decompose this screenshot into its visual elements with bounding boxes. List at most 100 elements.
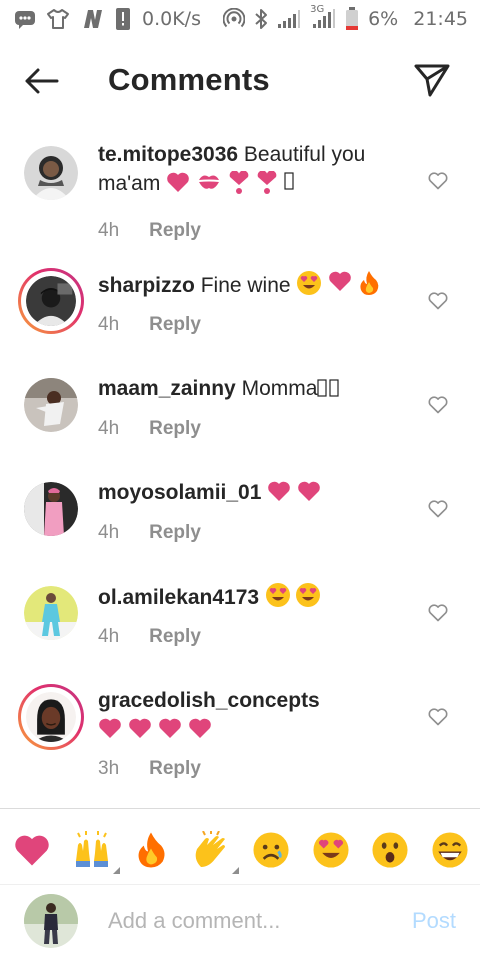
comment-username[interactable]: maam_zainny (98, 377, 236, 400)
like-button[interactable] (426, 290, 450, 312)
comment-username[interactable]: gracedolish_concepts (98, 689, 320, 712)
heart-emoji-icon (298, 481, 321, 501)
comment-meta: 4h Reply (98, 626, 201, 648)
heart-eyes-icon (312, 832, 349, 868)
heart-reaction-button[interactable] (12, 830, 52, 870)
comment-meta: 4h Reply (98, 522, 201, 544)
reply-button[interactable]: Reply (149, 418, 201, 440)
comment-time: 4h (98, 418, 120, 439)
like-button[interactable] (426, 706, 450, 728)
avatar[interactable] (22, 584, 80, 642)
reply-button[interactable]: Reply (149, 220, 201, 242)
network-type: 3G (310, 4, 325, 15)
heart-outline-icon (428, 292, 448, 310)
variant-indicator (232, 867, 240, 874)
comment-text: sharpizzo Fine wine (98, 270, 418, 300)
divider (0, 808, 480, 809)
like-button[interactable] (426, 498, 450, 520)
grinning-face-reaction-button[interactable] (430, 830, 470, 870)
comment-time: 4h (98, 314, 120, 335)
comment-text: te.mitope3036 Beautiful you ma'am (98, 140, 408, 198)
clapping-hands-icon (195, 831, 226, 867)
emoji-group (98, 717, 212, 739)
header: Comments (0, 46, 480, 116)
tshirt-icon (46, 8, 70, 30)
heart-eyes-icon (295, 583, 320, 607)
bluetooth-icon (254, 8, 268, 30)
current-user-avatar (24, 894, 78, 948)
surprised-face-icon (372, 832, 408, 868)
signal-3g-icon: 3G (310, 4, 336, 30)
avatar[interactable] (18, 268, 84, 334)
comment-time: 4h (98, 522, 120, 543)
reply-button[interactable]: Reply (149, 522, 201, 544)
heart-emoji-icon (268, 481, 291, 501)
status-bar: 0.0K/s 3G 6% 21:45 (0, 0, 480, 38)
comment-input[interactable]: Add a comment... (108, 908, 280, 934)
comment-text: moyosolamii_01 (98, 478, 408, 507)
quick-reaction-bar (0, 818, 480, 882)
back-button[interactable] (20, 60, 62, 102)
missing-glyph-icon (317, 379, 328, 397)
avatar-ring (21, 271, 81, 331)
comment-meta: 4h Reply (98, 418, 201, 440)
frowning-face-icon (253, 832, 289, 868)
emoji-group (317, 378, 340, 398)
frowning-face-reaction-button[interactable] (251, 830, 291, 870)
grinning-face-icon (432, 832, 468, 868)
surprised-face-reaction-button[interactable] (370, 830, 410, 870)
heart-outline-icon (428, 172, 448, 190)
network-speed: 0.0K/s (142, 8, 201, 30)
paper-plane-icon (414, 64, 450, 97)
battery-percent: 6% (368, 8, 399, 30)
comment-username[interactable]: te.mitope3036 (98, 143, 238, 166)
heart-emoji-icon (129, 718, 151, 738)
avatar-ring (21, 687, 81, 747)
reply-button[interactable]: Reply (149, 626, 201, 648)
hotspot-icon (223, 8, 246, 30)
comment-text: maam_zainny Momma (98, 374, 408, 403)
alert-icon (114, 7, 132, 31)
arrow-left-icon (25, 68, 59, 94)
missing-glyph-icon (284, 172, 294, 190)
heart-emoji-icon (189, 718, 211, 738)
heart-outline-icon (428, 708, 448, 726)
like-button[interactable] (426, 602, 450, 624)
fire-icon (138, 832, 165, 868)
comment-text: gracedolish_concepts (98, 686, 418, 744)
comment-username[interactable]: ol.amilekan4173 (98, 586, 259, 609)
avatar[interactable] (22, 376, 80, 434)
comment-username[interactable]: sharpizzo (98, 274, 195, 297)
like-button[interactable] (426, 170, 450, 192)
like-button[interactable] (426, 394, 450, 416)
heart-emoji-icon (99, 718, 121, 738)
emoji-group (267, 480, 321, 502)
clapping-hands-reaction-button[interactable] (191, 830, 240, 874)
heart-eyes-icon (297, 271, 322, 295)
comment-meta: 4h Reply (98, 314, 201, 336)
reply-button[interactable]: Reply (149, 758, 201, 780)
avatar[interactable] (18, 684, 84, 750)
fire-reaction-button[interactable] (131, 830, 171, 870)
share-button[interactable] (412, 60, 452, 100)
emoji-group (265, 582, 321, 608)
missing-glyph-icon (329, 379, 340, 397)
reply-button[interactable]: Reply (149, 314, 201, 336)
heart-emoji-icon (167, 172, 190, 192)
avatar[interactable] (22, 144, 80, 202)
heart-emoji-icon (15, 835, 49, 866)
heart-outline-icon (428, 396, 448, 414)
comment-text: ol.amilekan4173 (98, 582, 408, 612)
heart-emoji-icon (159, 718, 181, 738)
comment-meta: 4h Reply (98, 220, 201, 242)
avatar[interactable] (22, 480, 80, 538)
divider (0, 884, 480, 885)
comment-meta: 3h Reply (98, 758, 201, 780)
comment-message: Fine wine (200, 274, 291, 297)
post-button[interactable]: Post (412, 908, 456, 934)
emoji-group (296, 270, 380, 296)
heart-eyes-reaction-button[interactable] (311, 830, 351, 870)
comment-message: Momma (241, 377, 318, 400)
raising-hands-reaction-button[interactable] (72, 830, 120, 874)
comment-username[interactable]: moyosolamii_01 (98, 481, 261, 504)
